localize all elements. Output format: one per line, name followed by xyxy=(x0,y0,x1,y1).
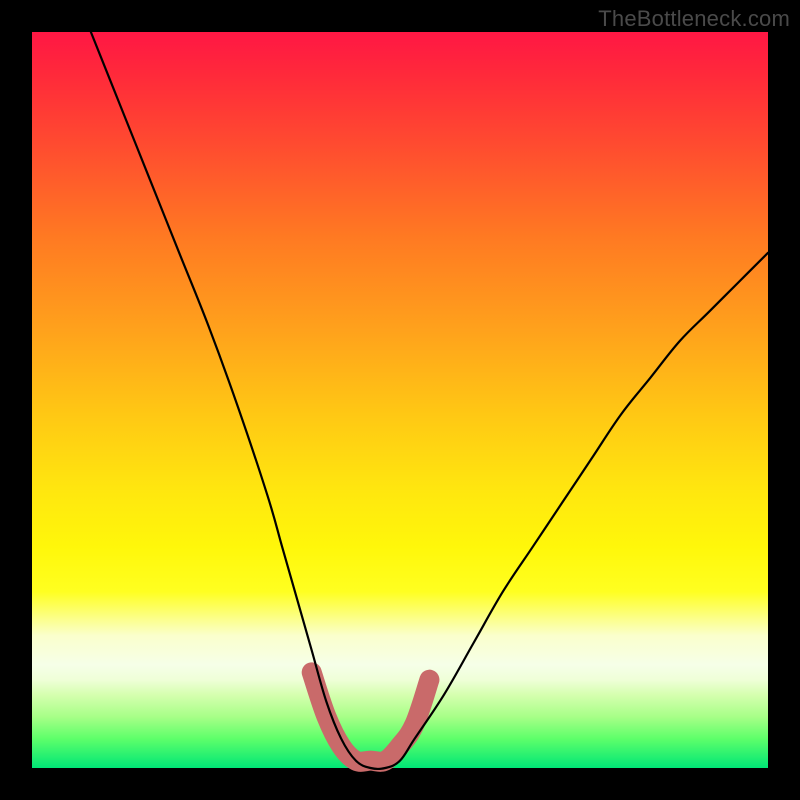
plot-area xyxy=(32,32,768,768)
optimal-range-marker xyxy=(312,672,430,761)
chart-frame: TheBottleneck.com xyxy=(0,0,800,800)
bottleneck-curve xyxy=(91,32,768,769)
watermark-text: TheBottleneck.com xyxy=(598,6,790,32)
curve-layer xyxy=(32,32,768,768)
